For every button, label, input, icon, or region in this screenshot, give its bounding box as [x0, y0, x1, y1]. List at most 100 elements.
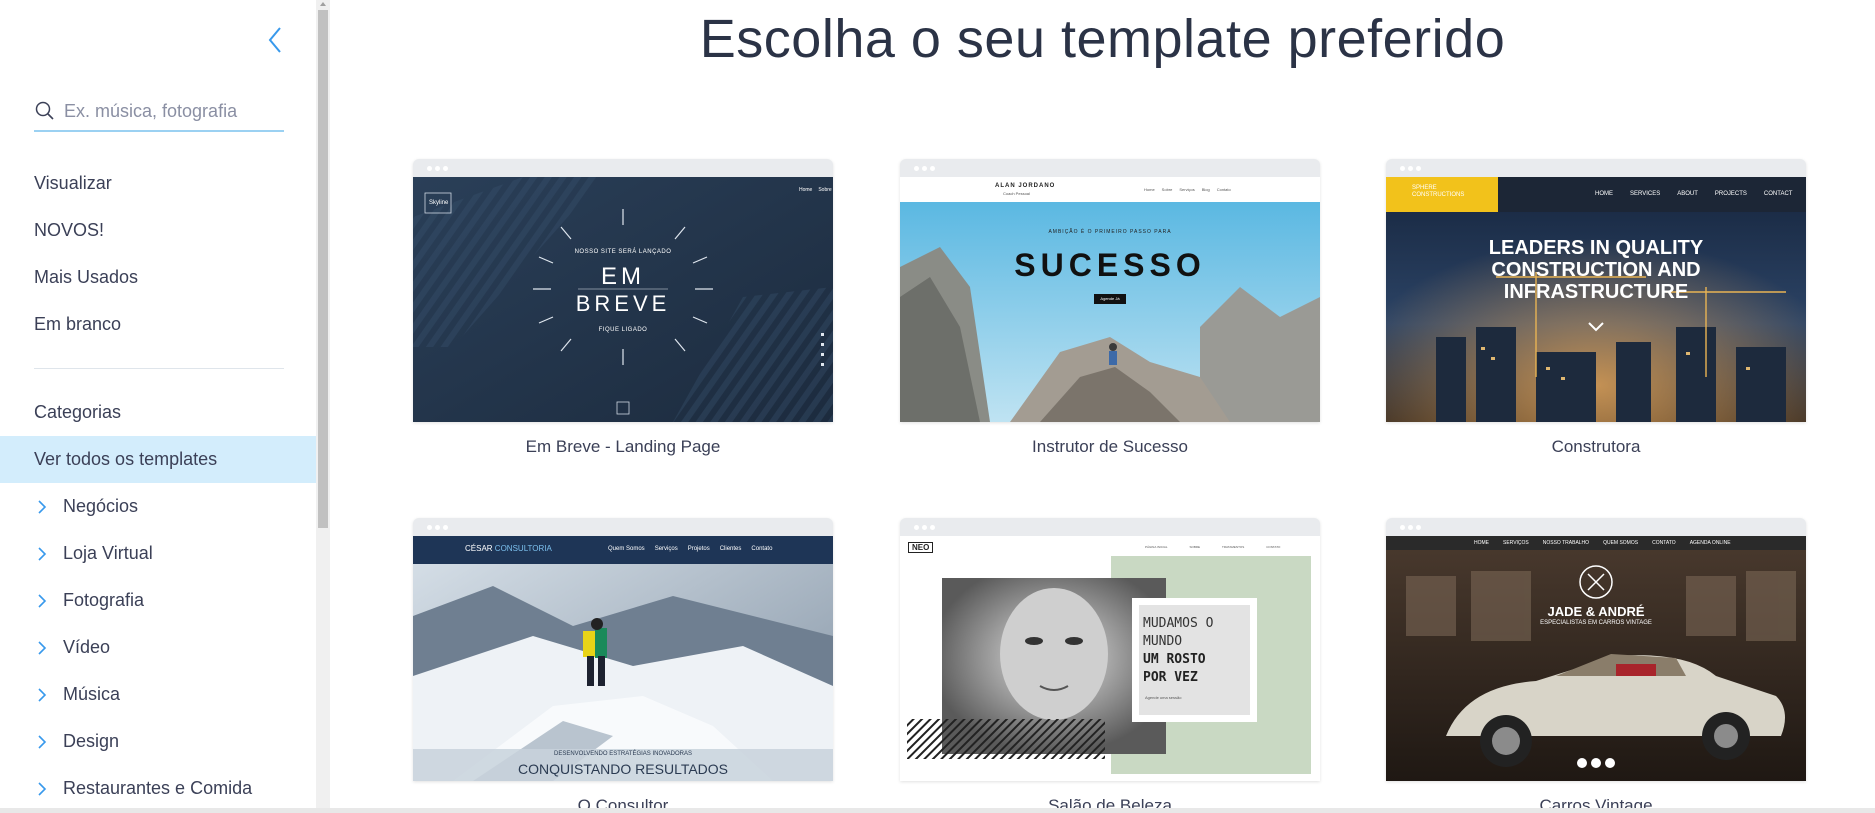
preview-nav-item: Sobre — [818, 187, 832, 193]
preview-nav-item: SERVICES — [1630, 191, 1661, 197]
preview-nav-item: CONTATO — [1652, 540, 1676, 546]
preview-nav: Home Sobre Serviços Blog Contato — [1144, 187, 1231, 192]
sidebar-item-visualizar[interactable]: Visualizar — [0, 160, 316, 207]
preview-nav-item: ABOUT — [1677, 191, 1698, 197]
chevron-right-icon — [38, 500, 47, 514]
categories-heading: Categorias — [34, 402, 122, 422]
chevron-left-icon — [268, 27, 281, 53]
preview-line-1: MUDAMOS O — [1143, 616, 1214, 631]
preview-nav-item: Contato — [1216, 187, 1231, 192]
preview-logo-a: CÉSAR — [465, 544, 493, 553]
sidebar-item-loja-virtual[interactable]: Loja Virtual — [0, 530, 316, 577]
sidebar-item-label: Design — [63, 731, 120, 751]
template-preview-frame[interactable]: NEO PÁGINA INICIAL SOBRE TRATAMENTOS CON… — [900, 518, 1320, 781]
preview-logo: Skyline — [429, 200, 449, 206]
sidebar-item-label: Música — [63, 684, 121, 704]
preview-nav-item: SOBRE — [1189, 545, 1201, 549]
preview-kicker: NOSSO SITE SERÁ LANÇADO — [574, 249, 672, 255]
sidebar-divider — [34, 368, 284, 369]
beauty-preview-image — [900, 536, 1320, 781]
preview-nav-item: TRATAMENTOS — [1222, 545, 1245, 549]
template-thumbnail: SPHERE CONSTRUCTIONS HOME SERVICES ABOUT… — [1386, 177, 1806, 422]
preview-cta-button: Agende Já — [1094, 294, 1126, 304]
preview-headline-2: CONSTRUCTION AND — [1491, 259, 1701, 281]
preview-nav-item: CONTACT — [1763, 191, 1793, 197]
preview-logo: NEO — [908, 542, 934, 553]
preview-logo: SPHERE CONSTRUCTIONS — [1412, 185, 1465, 198]
chevron-right-icon — [38, 735, 47, 749]
template-preview-frame[interactable]: Skyline Home Sobre NOSSO SITE SERÁ LANÇA… — [413, 159, 833, 422]
chevron-right-icon — [38, 594, 47, 608]
template-preview-frame[interactable]: CÉSAR CONSULTORIA Quem Somos Serviços Pr… — [413, 518, 833, 781]
window-dots — [1400, 525, 1421, 530]
preview-name: ALAN JORDANO — [995, 183, 1056, 189]
template-caption[interactable]: Em Breve - Landing Page — [413, 437, 833, 457]
preview-nav-item: Home — [1144, 187, 1155, 192]
preview-nav-item: HOME — [1474, 540, 1489, 546]
preview-nav-item: CONTATO — [1266, 545, 1281, 549]
template-caption[interactable]: Instrutor de Sucesso — [900, 437, 1320, 457]
preview-kicker: AMBIÇÃO É O PRIMEIRO PASSO PARA — [1048, 229, 1172, 235]
sidebar-item-label: Negócios — [63, 496, 139, 516]
preview-headline: CONQUISTANDO RESULTADOS — [517, 761, 729, 777]
sidebar-item-negocios[interactable]: Negócios — [0, 483, 316, 530]
sidebar-categories: Ver todos os templates Negócios Loja Vir… — [0, 436, 316, 812]
collapse-sidebar-button[interactable] — [264, 24, 286, 56]
sidebar-item-fotografia[interactable]: Fotografia — [0, 577, 316, 624]
template-thumbnail: CÉSAR CONSULTORIA Quem Somos Serviços Pr… — [413, 536, 833, 781]
chevron-right-icon — [38, 547, 47, 561]
preview-headline-1: EM — [601, 263, 645, 290]
search-box — [34, 92, 284, 132]
search-input[interactable] — [64, 100, 274, 122]
sidebar-scroll-thumb[interactable] — [318, 10, 328, 528]
chevron-right-icon — [38, 688, 47, 702]
scroll-up-arrow-icon[interactable] — [318, 0, 328, 8]
template-preview-frame[interactable]: HOME SERVIÇOS NOSSO TRABALHO QUEM SOMOS … — [1386, 518, 1806, 781]
template-thumbnail: ALAN JORDANO Coach Pessoal Home Sobre Se… — [900, 177, 1320, 422]
mountain-preview-image — [413, 536, 833, 781]
page-title: Escolha o seu template preferido — [699, 9, 1506, 69]
window-dots — [914, 166, 935, 171]
template-preview-frame[interactable]: ALAN JORDANO Coach Pessoal Home Sobre Se… — [900, 159, 1320, 422]
sidebar-item-mais-usados[interactable]: Mais Usados — [0, 254, 316, 301]
sidebar-item-em-branco[interactable]: Em branco — [0, 301, 316, 348]
vintage-car-preview-image — [1386, 536, 1806, 781]
sidebar-item-all-templates[interactable]: Ver todos os templates — [0, 436, 316, 483]
sidebar-item-label: Vídeo — [63, 637, 111, 657]
sidebar-item-label: Restaurantes e Comida — [63, 778, 253, 798]
preview-line-3: UM ROSTO — [1143, 652, 1206, 667]
preview-headline-2: BREVE — [575, 291, 671, 316]
window-dots — [427, 525, 448, 530]
window-dots — [914, 525, 935, 530]
sidebar: Visualizar NOVOS! Mais Usados Em branco … — [0, 0, 316, 813]
preview-nav-item: NOSSO TRABALHO — [1542, 540, 1590, 546]
preview-nav-item: Projetos — [687, 546, 710, 552]
chevron-right-icon — [38, 641, 47, 655]
window-bottom-edge — [0, 808, 1875, 813]
sidebar-item-restaurantes[interactable]: Restaurantes e Comida — [0, 765, 316, 812]
preview-nav: PÁGINA INICIAL SOBRE TRATAMENTOS CONTATO — [1145, 545, 1280, 549]
preview-line-2: MUNDO — [1143, 634, 1183, 649]
sidebar-item-musica[interactable]: Música — [0, 671, 316, 718]
preview-kicker: DESENVOLVENDO ESTRATÉGIAS INOVADORAS — [553, 751, 693, 757]
sidebar-top-nav: Visualizar NOVOS! Mais Usados Em branco — [0, 160, 316, 348]
preview-nav: Quem Somos Serviços Projetos Clientes Co… — [608, 546, 772, 552]
sidebar-item-video[interactable]: Vídeo — [0, 624, 316, 671]
chevron-right-icon — [38, 782, 47, 796]
preview-nav-item: PROJECTS — [1714, 191, 1747, 197]
preview-nav-item: Blog — [1201, 187, 1210, 192]
preview-nav-item: SERVIÇOS — [1503, 540, 1529, 546]
sidebar-item-novos[interactable]: NOVOS! — [0, 207, 316, 254]
preview-headline-1: LEADERS IN QUALITY — [1488, 237, 1704, 259]
template-thumbnail: HOME SERVIÇOS NOSSO TRABALHO QUEM SOMOS … — [1386, 536, 1806, 781]
template-preview-frame[interactable]: SPHERE CONSTRUCTIONS HOME SERVICES ABOUT… — [1386, 159, 1806, 422]
window-dots — [1400, 166, 1421, 171]
template-caption[interactable]: Construtora — [1386, 437, 1806, 457]
preview-nav-item: Home — [799, 187, 813, 193]
sidebar-item-design[interactable]: Design — [0, 718, 316, 765]
preview-nav-item: AGENDA ONLINE — [1689, 540, 1731, 546]
search-icon — [35, 101, 54, 120]
preview-nav: HOME SERVICES ABOUT PROJECTS CONTACT — [1595, 191, 1792, 197]
preview-headline: SUCESSO — [1014, 247, 1206, 283]
window-dots — [427, 166, 448, 171]
